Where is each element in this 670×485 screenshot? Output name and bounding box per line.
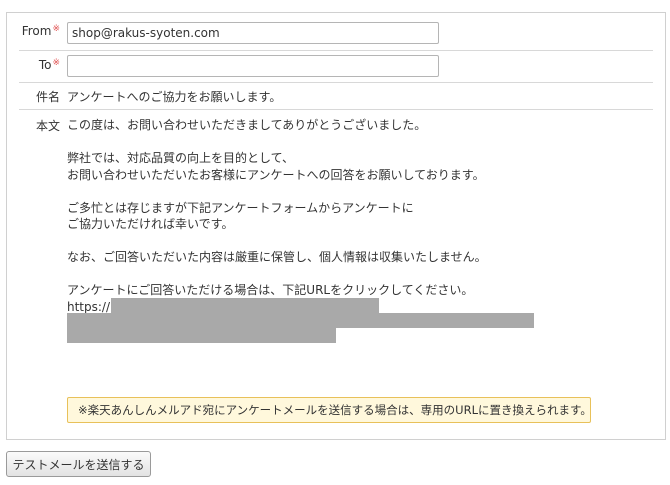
required-mark: ※ [52,58,60,68]
to-label-text: To [38,58,52,72]
body-paragraph: この度は、お問い合わせいただきましてありがとうございました。 [67,117,627,134]
body-paragraph: なお、ご回答いただいた内容は厳重に保管し、個人情報は収集いたしません。 [67,249,627,266]
body-line: お問い合わせいただいたお客様にアンケートへの回答をお願いしております。 [67,167,485,182]
body-line: なお、ご回答いただいた内容は厳重に保管し、個人情報は収集いたしません。 [67,250,487,264]
redacted-url-block [67,328,336,343]
body-textarea[interactable]: この度は、お問い合わせいただきましてありがとうございました。 弊社では、対応品質… [67,117,627,315]
body-line: 弊社では、対応品質の向上を目的として、 [67,151,295,165]
body-line: アンケートにご回答いただける場合は、下記URLをクリックしてください。 [67,283,474,297]
to-row: To※ [19,50,653,83]
subject-row: 件名 アンケートへのご協力をお願いします。 [19,82,653,110]
body-paragraph: 弊社では、対応品質の向上を目的として、 お問い合わせいただいたお客様にアンケート… [67,150,627,183]
send-test-mail-button[interactable]: テストメールを送信する [6,451,151,477]
redacted-url-block [111,298,379,313]
mail-form-panel: From※ To※ 件名 アンケートへのご協力をお願いします。 本文 この度は、… [6,12,666,440]
body-line: ご協力いただければ幸いです。 [67,217,234,231]
body-paragraph: ご多忙とは存じますが下記アンケートフォームからアンケートに ご協力いただければ幸… [67,200,627,233]
body-line: ご多忙とは存じますが下記アンケートフォームからアンケートに [67,200,414,215]
from-row: From※ [19,13,653,51]
required-mark: ※ [52,24,60,34]
redacted-url-block [67,313,534,328]
body-label: 本文 [35,119,60,133]
to-input[interactable] [67,55,439,77]
body-line: この度は、お問い合わせいただきましてありがとうございました。 [67,118,427,132]
rakuten-url-notice: ※楽天あんしんメルアド宛にアンケートメールを送信する場合は、専用のURLに置き換… [67,397,592,423]
from-label-text: From [21,24,52,38]
to-label: To※ [19,58,60,72]
subject-label: 件名 [35,90,60,104]
from-input[interactable] [67,22,439,44]
subject-value: アンケートへのご協力をお願いします。 [67,90,282,104]
from-label: From※ [19,24,60,38]
body-row: 本文 この度は、お問い合わせいただきましてありがとうございました。 弊社では、対… [19,109,653,439]
